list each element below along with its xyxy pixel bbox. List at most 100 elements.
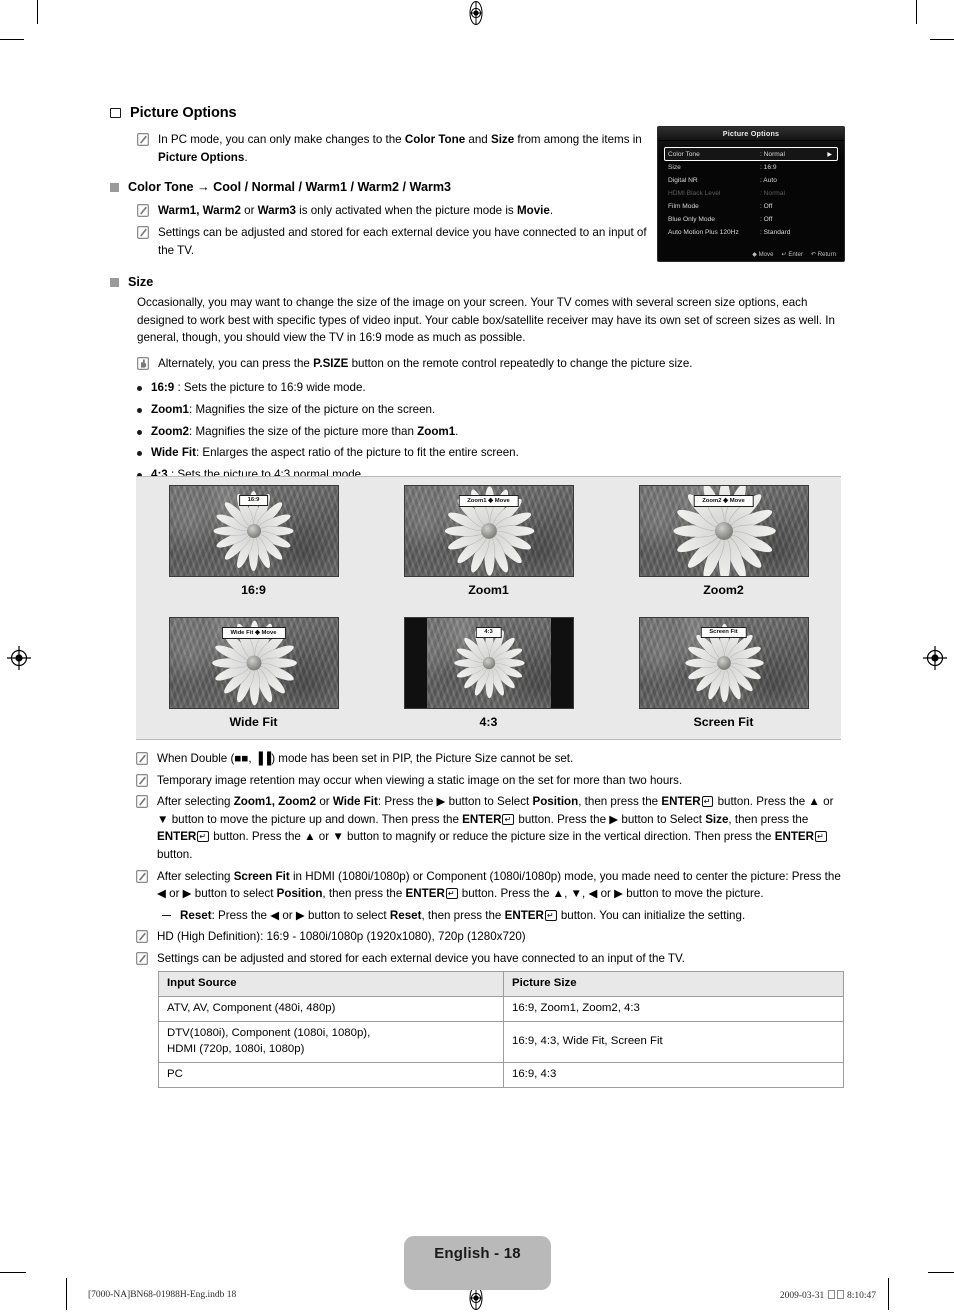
move-updown-icon: ◆: [752, 251, 757, 258]
tv-screen-preview: 16:9: [168, 485, 339, 577]
osd-row-film-mode[interactable]: Film Mode: Off: [665, 200, 837, 213]
move-updown-icon: ◆: [254, 628, 260, 636]
registration-mark-top: [464, 1, 488, 25]
osd-row-label: Color Tone: [668, 150, 700, 158]
footer-date: 2009-03-31: [779, 1291, 825, 1301]
gallery-item-caption: Zoom1: [468, 583, 509, 597]
list-item: Zoom1: Magnifies the size of the picture…: [137, 401, 850, 419]
osd-row-size[interactable]: Size : 16:9: [665, 161, 837, 174]
column-header-picture-size: Picture Size: [503, 971, 844, 997]
osd-row-label: HDMI Black Level: [668, 190, 721, 197]
cell-input-source: DTV(1080i), Component (1080i, 1080p), HDM…: [158, 1020, 504, 1063]
osd-row-label: Digital NR: [668, 177, 698, 184]
note-pencil-icon: [137, 226, 149, 240]
flower-core: [246, 524, 261, 538]
cell-picture-size: 16:9, 4:3: [503, 1061, 844, 1088]
osd-size-badge: Zoom2 ◆ Move: [693, 495, 754, 507]
note-pencil-icon: [136, 795, 148, 809]
note-screenfit-center: After selecting Screen Fit in HDMI (1080…: [136, 868, 846, 903]
note-pencil-icon: [136, 930, 148, 944]
note-zoom-position-text: After selecting Zoom1, Zoom2 or Wide Fit…: [157, 795, 834, 862]
note-color-tone-warm: Warm1, Warm2 or Warm3 is only activated …: [137, 202, 665, 220]
note-screenfit-center-text: After selecting Screen Fit in HDMI (1080…: [157, 869, 841, 901]
osd-size-badge: Screen Fit: [700, 627, 747, 638]
round-bullet-icon: [137, 407, 142, 413]
note-reset: Reset: Press the ◀ or ▶ button to select…: [162, 907, 846, 925]
cell-input-source: PC: [158, 1061, 504, 1088]
round-bullet-icon: [137, 429, 142, 435]
bullet-zoom1: Zoom1: Magnifies the size of the picture…: [151, 402, 436, 416]
picture-options-heading-row: Picture Options: [110, 104, 850, 122]
osd-row-color-tone[interactable]: Color Tone: Normal ▶: [664, 147, 838, 161]
tv-screen-preview: Wide Fit ◆ Move: [168, 617, 339, 709]
gallery-item-caption: 4:3: [479, 715, 498, 729]
move-updown-icon: ◆: [723, 496, 729, 504]
hand-pointer-icon: [137, 356, 149, 370]
return-arrow-icon: ↶: [810, 251, 816, 258]
osd-row-auto-motion-plus-120hz[interactable]: Auto Motion Plus 120Hz: Standard: [665, 226, 837, 239]
table-head: Input Source Picture Size: [158, 971, 844, 997]
osd-row-hdmi-black-level[interactable]: HDMI Black Level : Normal: [665, 187, 837, 200]
move-updown-icon: ◆: [488, 496, 494, 504]
filled-square-bullet-icon: [110, 277, 119, 287]
dash-bullet-icon: [162, 914, 171, 917]
note-pencil-icon: [136, 869, 148, 883]
registration-mark-right: [922, 645, 948, 671]
list-item: Zoom2: Magnifies the size of the picture…: [137, 423, 850, 441]
bullet-widefit: Wide Fit: Enlarges the aspect ratio of t…: [151, 446, 519, 460]
osd-size-badge: 16:9: [238, 495, 269, 506]
hollow-square-bullet-icon: [110, 105, 121, 118]
footer-timestamp: 2009-03-31 8:10:47: [780, 1290, 876, 1301]
note-image-retention: Temporary image retention may occur when…: [136, 772, 846, 790]
note-color-tone-stored: Settings can be adjusted and stored for …: [137, 224, 665, 259]
note-pencil-icon: [136, 752, 148, 765]
enter-key-icon: ↵: [781, 251, 787, 258]
osd-row-label: Size: [668, 164, 681, 171]
osd-rows: Color Tone: Normal ▶ Size: 16:9 Digital NR:…: [658, 141, 844, 239]
note-settings-stored: Settings can be adjusted and stored for …: [136, 950, 846, 968]
round-bullet-icon: [137, 386, 142, 392]
gallery-item-caption: 16:9: [241, 583, 266, 597]
picture-size-gallery: 16:9 16:9 Zoom1 ◆ Move Zoom1 Zoom2 ◆ Move Zoo…: [136, 476, 841, 740]
cell-picture-size: 16:9, Zoom1, Zoom2, 4:3: [503, 995, 844, 1022]
osd-row-label: Film Mode: [668, 203, 699, 210]
size-paragraph: Occasionally, you may want to change the…: [137, 295, 835, 345]
osd-row-digital-nr[interactable]: Digital NR: Auto: [665, 174, 837, 187]
flower-core: [480, 523, 497, 539]
gallery-item-zoom1: Zoom1 ◆ Move Zoom1: [371, 477, 606, 609]
note-zoom-position: After selecting Zoom1, Zoom2 or Wide Fit…: [136, 793, 846, 863]
column-header-input-source: Input Source: [158, 971, 504, 997]
round-bullet-icon: [137, 451, 142, 457]
note-psize-tip-text: Alternately, you can press the P.SIZE bu…: [158, 356, 693, 370]
flower-core: [482, 656, 495, 670]
gallery-item-zoom2: Zoom2 ◆ Move Zoom2: [606, 477, 841, 609]
note-color-tone-stored-text: Settings can be adjusted and stored for …: [158, 226, 647, 257]
gallery-item-caption: Wide Fit: [229, 715, 278, 729]
osd-row-value: : Normal: [760, 190, 785, 197]
size-heading: Size: [128, 274, 154, 289]
osd-row-value: : 16:9: [760, 164, 777, 171]
tv-screen-preview: Screen Fit: [638, 617, 809, 709]
tv-screen-preview: Zoom1 ◆ Move: [403, 485, 574, 577]
page-number-badge: English - 18: [404, 1236, 551, 1290]
note-pencil-icon: [137, 133, 149, 146]
note-image-retention-text: Temporary image retention may occur when…: [157, 773, 683, 787]
note-reset-text: Reset: Press the ◀ or ▶ button to select…: [180, 908, 746, 922]
osd-row-value: : Normal: [760, 150, 785, 158]
gallery-item-screen-fit: Screen Fit Screen Fit: [606, 609, 841, 741]
note-pc-mode-text: In PC mode, you can only make changes to…: [158, 133, 642, 164]
unrendered-glyph-icon: [827, 1290, 835, 1299]
note-psize-tip: Alternately, you can press the P.SIZE bu…: [137, 355, 850, 373]
registration-mark-left: [6, 645, 32, 671]
pillarbox-bar: [404, 618, 427, 708]
osd-row-blue-only-mode[interactable]: Blue Only Mode: Off: [665, 213, 837, 226]
osd-hint-move: ◆ Move: [752, 251, 774, 258]
osd-hint-enter: ↵ Enter: [781, 251, 803, 258]
table-row: DTV(1080i), Component (1080i, 1080p), HDM…: [158, 1020, 844, 1063]
osd-title: Picture Options: [658, 127, 844, 141]
trim-line-left-vertical: [37, 0, 38, 24]
footer-file-reference: [7000-NA]BN68-01988H-Eng.indb 18: [88, 1290, 237, 1300]
pillarbox-bar: [550, 618, 573, 708]
osd-row-label: Blue Only Mode: [668, 216, 715, 223]
table-body: ATV, AV, Component (480i, 480p) 16:9, Zoo…: [158, 995, 844, 1088]
